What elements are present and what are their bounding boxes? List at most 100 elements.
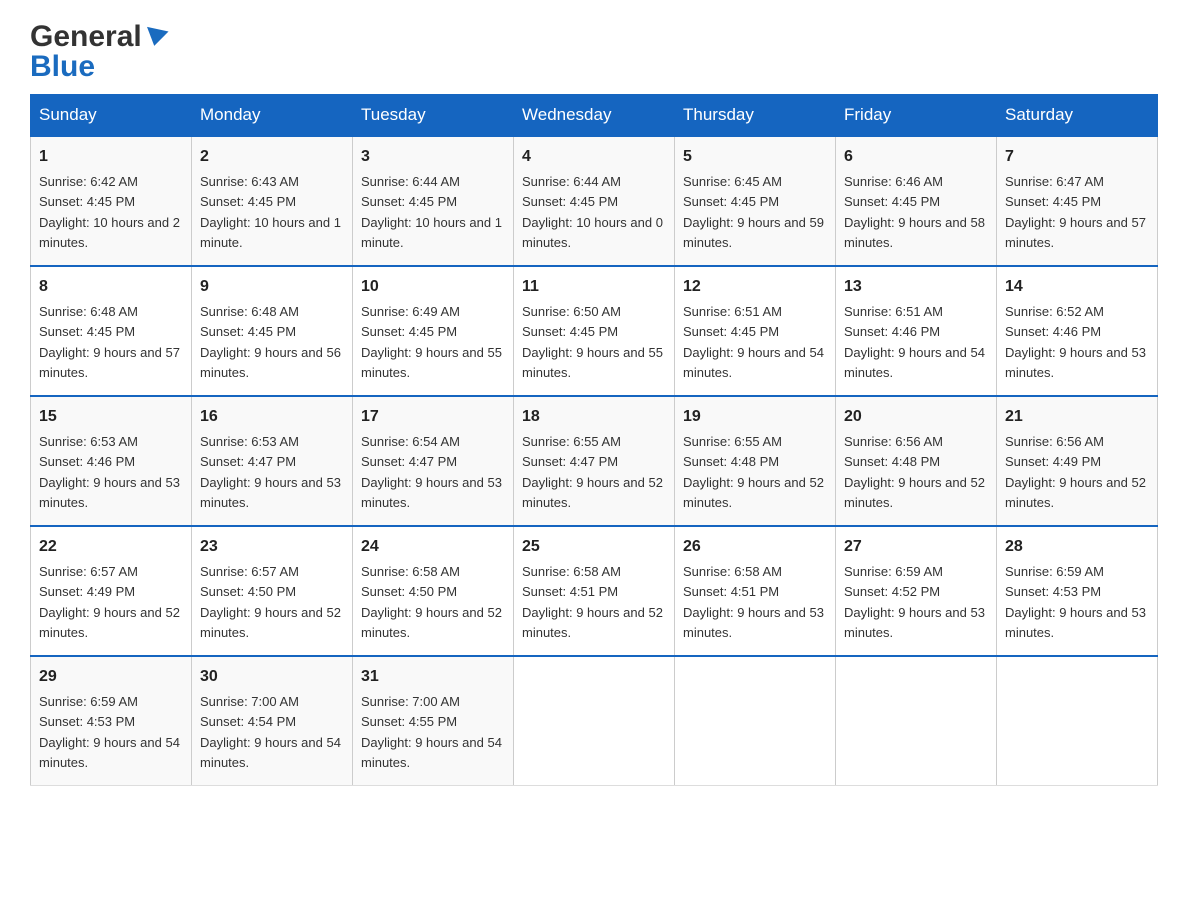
logo-row1: General	[30, 20, 170, 54]
calendar-cell: 26 Sunrise: 6:58 AMSunset: 4:51 PMDaylig…	[675, 526, 836, 656]
calendar-cell: 3 Sunrise: 6:44 AMSunset: 4:45 PMDayligh…	[353, 136, 514, 266]
calendar-cell: 5 Sunrise: 6:45 AMSunset: 4:45 PMDayligh…	[675, 136, 836, 266]
day-number: 4	[522, 145, 666, 169]
day-of-week-header: Thursday	[675, 95, 836, 137]
day-info: Sunrise: 6:48 AMSunset: 4:45 PMDaylight:…	[39, 304, 180, 380]
calendar-cell: 8 Sunrise: 6:48 AMSunset: 4:45 PMDayligh…	[31, 266, 192, 396]
day-info: Sunrise: 6:52 AMSunset: 4:46 PMDaylight:…	[1005, 304, 1146, 380]
logo-triangle-icon	[143, 26, 168, 47]
day-number: 3	[361, 145, 505, 169]
calendar-week-row: 29 Sunrise: 6:59 AMSunset: 4:53 PMDaylig…	[31, 656, 1158, 786]
day-info: Sunrise: 6:48 AMSunset: 4:45 PMDaylight:…	[200, 304, 341, 380]
calendar-cell: 13 Sunrise: 6:51 AMSunset: 4:46 PMDaylig…	[836, 266, 997, 396]
calendar-week-row: 22 Sunrise: 6:57 AMSunset: 4:49 PMDaylig…	[31, 526, 1158, 656]
calendar-cell: 15 Sunrise: 6:53 AMSunset: 4:46 PMDaylig…	[31, 396, 192, 526]
calendar-cell: 14 Sunrise: 6:52 AMSunset: 4:46 PMDaylig…	[997, 266, 1158, 396]
day-info: Sunrise: 6:47 AMSunset: 4:45 PMDaylight:…	[1005, 174, 1146, 250]
day-info: Sunrise: 6:54 AMSunset: 4:47 PMDaylight:…	[361, 434, 502, 510]
day-info: Sunrise: 6:58 AMSunset: 4:51 PMDaylight:…	[522, 564, 663, 640]
day-info: Sunrise: 6:43 AMSunset: 4:45 PMDaylight:…	[200, 174, 341, 250]
day-number: 15	[39, 405, 183, 429]
day-number: 23	[200, 535, 344, 559]
day-number: 28	[1005, 535, 1149, 559]
calendar-cell: 2 Sunrise: 6:43 AMSunset: 4:45 PMDayligh…	[192, 136, 353, 266]
calendar-cell: 28 Sunrise: 6:59 AMSunset: 4:53 PMDaylig…	[997, 526, 1158, 656]
day-number: 9	[200, 275, 344, 299]
day-number: 6	[844, 145, 988, 169]
calendar-cell: 31 Sunrise: 7:00 AMSunset: 4:55 PMDaylig…	[353, 656, 514, 786]
day-number: 30	[200, 665, 344, 689]
day-info: Sunrise: 6:44 AMSunset: 4:45 PMDaylight:…	[361, 174, 502, 250]
calendar-table: SundayMondayTuesdayWednesdayThursdayFrid…	[30, 94, 1158, 786]
day-info: Sunrise: 6:56 AMSunset: 4:49 PMDaylight:…	[1005, 434, 1146, 510]
day-number: 21	[1005, 405, 1149, 429]
day-info: Sunrise: 6:56 AMSunset: 4:48 PMDaylight:…	[844, 434, 985, 510]
day-info: Sunrise: 6:51 AMSunset: 4:45 PMDaylight:…	[683, 304, 824, 380]
calendar-cell: 22 Sunrise: 6:57 AMSunset: 4:49 PMDaylig…	[31, 526, 192, 656]
day-info: Sunrise: 6:46 AMSunset: 4:45 PMDaylight:…	[844, 174, 985, 250]
day-number: 11	[522, 275, 666, 299]
day-of-week-header: Wednesday	[514, 95, 675, 137]
calendar-cell	[514, 656, 675, 786]
calendar-cell: 23 Sunrise: 6:57 AMSunset: 4:50 PMDaylig…	[192, 526, 353, 656]
day-info: Sunrise: 6:57 AMSunset: 4:49 PMDaylight:…	[39, 564, 180, 640]
logo-blue-text: Blue	[30, 50, 95, 84]
calendar-cell: 20 Sunrise: 6:56 AMSunset: 4:48 PMDaylig…	[836, 396, 997, 526]
day-number: 5	[683, 145, 827, 169]
day-info: Sunrise: 6:55 AMSunset: 4:47 PMDaylight:…	[522, 434, 663, 510]
day-info: Sunrise: 6:50 AMSunset: 4:45 PMDaylight:…	[522, 304, 663, 380]
calendar-cell: 1 Sunrise: 6:42 AMSunset: 4:45 PMDayligh…	[31, 136, 192, 266]
day-of-week-header: Saturday	[997, 95, 1158, 137]
calendar-cell	[675, 656, 836, 786]
calendar-cell: 17 Sunrise: 6:54 AMSunset: 4:47 PMDaylig…	[353, 396, 514, 526]
calendar-cell: 11 Sunrise: 6:50 AMSunset: 4:45 PMDaylig…	[514, 266, 675, 396]
day-of-week-header: Sunday	[31, 95, 192, 137]
calendar-cell: 25 Sunrise: 6:58 AMSunset: 4:51 PMDaylig…	[514, 526, 675, 656]
day-info: Sunrise: 6:59 AMSunset: 4:52 PMDaylight:…	[844, 564, 985, 640]
calendar-cell: 6 Sunrise: 6:46 AMSunset: 4:45 PMDayligh…	[836, 136, 997, 266]
calendar-cell: 10 Sunrise: 6:49 AMSunset: 4:45 PMDaylig…	[353, 266, 514, 396]
day-number: 19	[683, 405, 827, 429]
day-info: Sunrise: 6:49 AMSunset: 4:45 PMDaylight:…	[361, 304, 502, 380]
calendar-cell: 4 Sunrise: 6:44 AMSunset: 4:45 PMDayligh…	[514, 136, 675, 266]
day-info: Sunrise: 6:59 AMSunset: 4:53 PMDaylight:…	[1005, 564, 1146, 640]
day-number: 29	[39, 665, 183, 689]
day-number: 1	[39, 145, 183, 169]
day-info: Sunrise: 6:53 AMSunset: 4:46 PMDaylight:…	[39, 434, 180, 510]
day-info: Sunrise: 6:59 AMSunset: 4:53 PMDaylight:…	[39, 694, 180, 770]
day-number: 25	[522, 535, 666, 559]
day-number: 16	[200, 405, 344, 429]
day-number: 27	[844, 535, 988, 559]
page-header: General Blue	[30, 20, 1158, 84]
day-of-week-header: Tuesday	[353, 95, 514, 137]
calendar-cell: 30 Sunrise: 7:00 AMSunset: 4:54 PMDaylig…	[192, 656, 353, 786]
day-info: Sunrise: 6:51 AMSunset: 4:46 PMDaylight:…	[844, 304, 985, 380]
day-number: 12	[683, 275, 827, 299]
day-of-week-header: Monday	[192, 95, 353, 137]
calendar-week-row: 1 Sunrise: 6:42 AMSunset: 4:45 PMDayligh…	[31, 136, 1158, 266]
logo-row2: Blue	[30, 50, 95, 84]
calendar-cell: 9 Sunrise: 6:48 AMSunset: 4:45 PMDayligh…	[192, 266, 353, 396]
calendar-cell: 7 Sunrise: 6:47 AMSunset: 4:45 PMDayligh…	[997, 136, 1158, 266]
calendar-cell	[836, 656, 997, 786]
calendar-cell: 21 Sunrise: 6:56 AMSunset: 4:49 PMDaylig…	[997, 396, 1158, 526]
calendar-header-row: SundayMondayTuesdayWednesdayThursdayFrid…	[31, 95, 1158, 137]
calendar-cell	[997, 656, 1158, 786]
logo: General Blue	[30, 20, 170, 84]
day-number: 8	[39, 275, 183, 299]
day-number: 2	[200, 145, 344, 169]
calendar-week-row: 15 Sunrise: 6:53 AMSunset: 4:46 PMDaylig…	[31, 396, 1158, 526]
calendar-cell: 24 Sunrise: 6:58 AMSunset: 4:50 PMDaylig…	[353, 526, 514, 656]
day-number: 22	[39, 535, 183, 559]
day-number: 17	[361, 405, 505, 429]
calendar-cell: 16 Sunrise: 6:53 AMSunset: 4:47 PMDaylig…	[192, 396, 353, 526]
day-number: 10	[361, 275, 505, 299]
calendar-cell: 29 Sunrise: 6:59 AMSunset: 4:53 PMDaylig…	[31, 656, 192, 786]
day-number: 13	[844, 275, 988, 299]
day-info: Sunrise: 6:58 AMSunset: 4:51 PMDaylight:…	[683, 564, 824, 640]
day-info: Sunrise: 7:00 AMSunset: 4:55 PMDaylight:…	[361, 694, 502, 770]
calendar-cell: 27 Sunrise: 6:59 AMSunset: 4:52 PMDaylig…	[836, 526, 997, 656]
day-info: Sunrise: 6:57 AMSunset: 4:50 PMDaylight:…	[200, 564, 341, 640]
calendar-week-row: 8 Sunrise: 6:48 AMSunset: 4:45 PMDayligh…	[31, 266, 1158, 396]
day-number: 31	[361, 665, 505, 689]
